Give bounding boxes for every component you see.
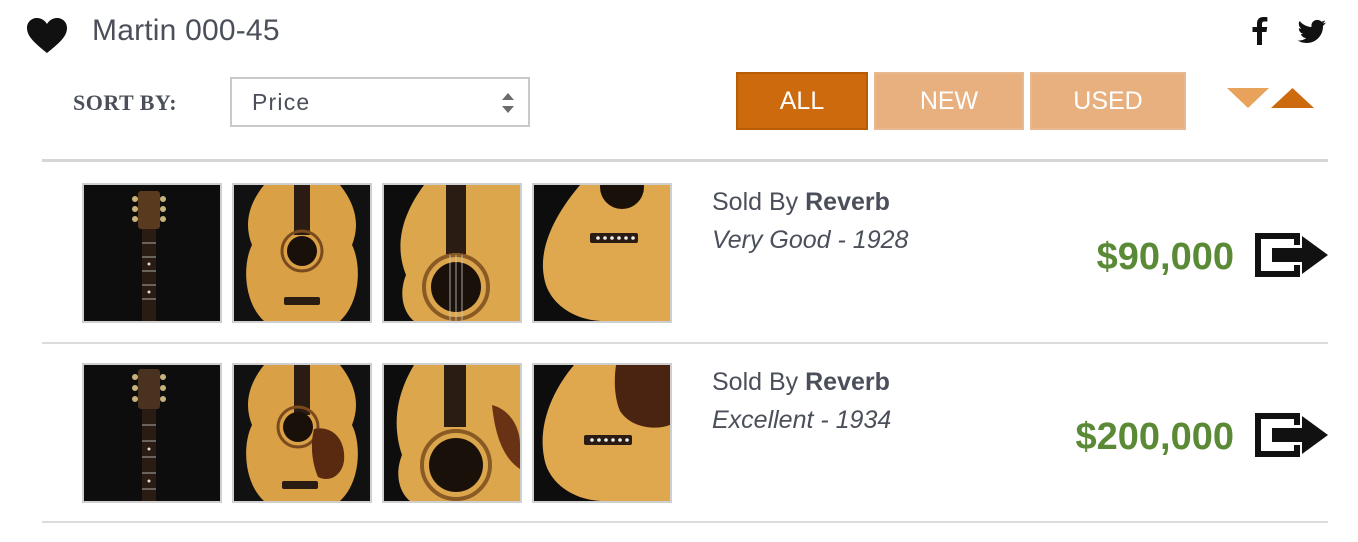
sort-descending-icon[interactable] bbox=[1227, 88, 1269, 108]
guitar-thumbnail-bridge[interactable] bbox=[532, 363, 672, 503]
page-title: Martin 000-45 bbox=[92, 14, 280, 47]
divider bbox=[42, 521, 1328, 523]
facebook-icon[interactable] bbox=[1245, 16, 1275, 46]
filter-all-button[interactable]: ALL bbox=[736, 72, 868, 130]
listing-price[interactable]: $90,000 bbox=[1097, 236, 1234, 279]
sort-direction-toggle[interactable] bbox=[1226, 86, 1316, 110]
sold-by-prefix: Sold By bbox=[712, 188, 806, 216]
listing-row: Sold By Reverb Excellent - 1934 $200,000 bbox=[0, 344, 1358, 524]
guitar-thumbnail-body[interactable] bbox=[232, 363, 372, 503]
twitter-icon[interactable] bbox=[1297, 16, 1327, 46]
heart-icon[interactable] bbox=[26, 18, 68, 54]
seller-info: Sold By Reverb bbox=[712, 188, 890, 217]
listing-price[interactable]: $200,000 bbox=[1076, 416, 1235, 459]
external-link-icon[interactable] bbox=[1252, 230, 1330, 280]
external-link-icon[interactable] bbox=[1252, 410, 1330, 460]
guitar-thumbnail-soundhole[interactable] bbox=[382, 183, 522, 323]
sort-by-label: SORT BY: bbox=[73, 90, 178, 115]
guitar-thumbnail-bridge[interactable] bbox=[532, 183, 672, 323]
guitar-thumbnail-neck[interactable] bbox=[82, 183, 222, 323]
seller-name[interactable]: Reverb bbox=[805, 188, 890, 216]
sort-ascending-icon[interactable] bbox=[1271, 88, 1314, 108]
listing-header: Martin 000-45 bbox=[0, 0, 1358, 64]
select-arrows-icon bbox=[502, 93, 514, 113]
seller-name[interactable]: Reverb bbox=[805, 368, 890, 396]
listing-row: Sold By Reverb Very Good - 1928 $90,000 bbox=[0, 162, 1358, 342]
filter-new-button[interactable]: NEW bbox=[874, 72, 1024, 130]
sort-select[interactable]: Price bbox=[230, 77, 530, 127]
guitar-thumbnail-neck[interactable] bbox=[82, 363, 222, 503]
sort-select-value: Price bbox=[252, 89, 311, 115]
seller-info: Sold By Reverb bbox=[712, 368, 890, 397]
condition-year: Excellent - 1934 bbox=[712, 406, 892, 434]
guitar-thumbnail-body[interactable] bbox=[232, 183, 372, 323]
condition-year: Very Good - 1928 bbox=[712, 226, 909, 254]
sold-by-prefix: Sold By bbox=[712, 368, 806, 396]
guitar-thumbnail-soundhole[interactable] bbox=[382, 363, 522, 503]
filter-used-button[interactable]: USED bbox=[1030, 72, 1186, 130]
